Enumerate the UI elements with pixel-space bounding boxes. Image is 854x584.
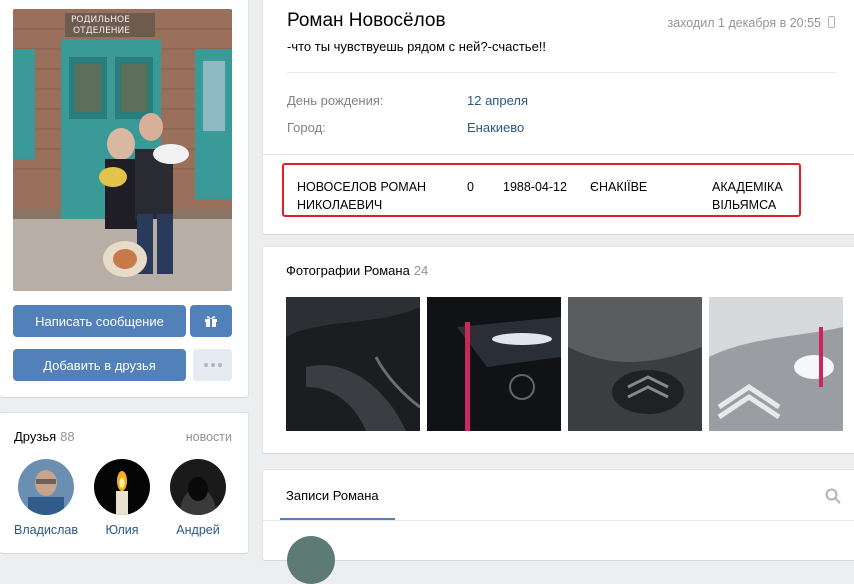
friends-title[interactable]: Друзья 88 [14,429,75,444]
record-number: 0 [467,180,474,194]
more-actions-button[interactable] [193,349,232,381]
phone-icon [828,16,835,28]
friend-name: Юлия [105,523,139,537]
profile-avatar[interactable]: РОДИЛЬНОЕ ОТДЕЛЕНИЕ [13,9,232,291]
info-value-link[interactable]: 12 апреля [467,93,528,108]
friend-avatar [94,459,150,515]
profile-status[interactable]: -что ты чувствуешь рядом с ней?-счастье!… [287,39,546,54]
gift-icon [205,316,217,327]
photos-title-label: Фотографии Романа [286,263,410,278]
friend-item[interactable]: Владислав [10,459,82,537]
more-dot-icon [203,363,208,367]
friend-item[interactable]: Андрей [162,459,234,537]
friends-title-label: Друзья [14,429,57,444]
friend-item[interactable]: Юлия [86,459,158,537]
photos-count: 24 [413,263,429,278]
info-label: Город: [287,120,326,135]
friend-name: Андрей [176,523,220,537]
photo-thumbnail[interactable] [568,297,702,431]
friends-news-link[interactable]: новости [186,430,232,444]
friend-avatar [170,459,226,515]
search-icon[interactable] [825,488,841,504]
friends-count: 88 [60,429,75,444]
svg-text:ОТДЕЛЕНИЕ: ОТДЕЛЕНИЕ [73,26,130,36]
photo-thumbnail[interactable] [427,297,561,431]
friend-name: Владислав [14,523,78,537]
add-friend-button[interactable]: Добавить в друзья [13,349,186,381]
profile-sidebar: РОДИЛЬНОЕ ОТДЕЛЕНИЕ Написать сообщение Д… [0,0,248,397]
more-dot-icon [217,363,222,367]
divider [263,520,854,521]
record-street: АКАДЕМІКА ВІЛЬЯМСА [712,180,783,212]
highlighted-record: НОВОСЕЛОВ РОМАН НИКОЛАЕВИЧ 0 1988-04-12 … [282,163,801,217]
record-date: 1988-04-12 [503,180,567,194]
info-row-city: Город: Енакиево [287,120,524,135]
tab-wall-posts[interactable]: Записи Романа [286,488,379,503]
post-author-avatar[interactable] [287,536,335,584]
friends-block: Друзья 88 новости Владислав Юлия Андрей [0,413,248,553]
send-message-label: Написать сообщение [35,313,164,329]
last-seen-status: заходил 1 декабря в 20:55 [667,16,822,30]
gift-button[interactable] [190,305,232,337]
friend-avatar [18,459,74,515]
record-city: ЄНАКІЇВЕ [590,180,648,194]
divider [263,154,854,155]
divider [287,72,837,73]
info-row-birthday: День рождения: 12 апреля [287,93,528,108]
profile-info-card: Роман Новосёлов заходил 1 декабря в 20:5… [263,0,854,234]
photos-block: Фотографии Романа 24 [263,247,854,453]
wall-block: Записи Романа [263,470,854,584]
info-label: День рождения: [287,93,384,108]
send-message-button[interactable]: Написать сообщение [13,305,186,337]
record-name: НОВОСЕЛОВ РОМАН НИКОЛАЕВИЧ [297,180,427,212]
photo-thumbnail[interactable] [286,297,420,431]
profile-name: Роман Новосёлов [287,10,446,31]
info-value-link[interactable]: Енакиево [467,120,524,135]
photo-thumbnail[interactable] [709,297,843,431]
photos-title[interactable]: Фотографии Романа 24 [286,263,428,278]
add-friend-label: Добавить в друзья [43,357,156,373]
more-dot-icon [210,363,215,367]
svg-text:РОДИЛЬНОЕ: РОДИЛЬНОЕ [71,15,130,25]
